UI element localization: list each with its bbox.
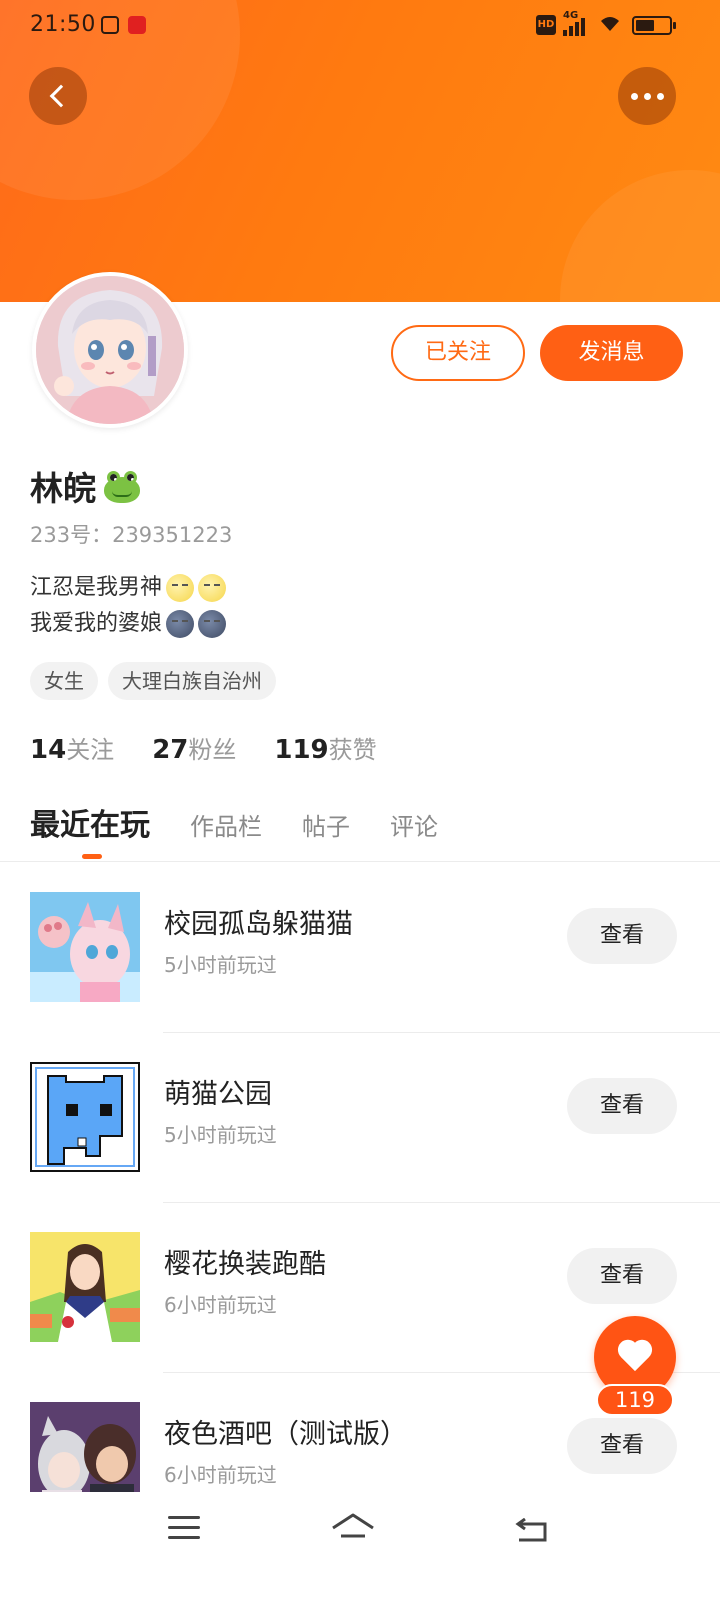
bio-line: 江忍是我男神 — [30, 575, 163, 600]
profile-bio: 江忍是我男神 我爱我的婆娘 — [30, 570, 227, 642]
game-thumbnail[interactable] — [30, 1232, 140, 1342]
menu-icon[interactable] — [168, 1516, 200, 1540]
stat-label: 获赞 — [328, 736, 377, 764]
stat-number: 27 — [152, 735, 189, 765]
system-nav-bar — [0, 1492, 720, 1600]
profile-stats: 14关注 27粉丝 119获赞 — [30, 730, 377, 765]
app-notification-icon — [128, 16, 146, 34]
bio-line: 我爱我的婆娘 — [30, 611, 163, 636]
view-button[interactable]: 查看 — [567, 1418, 677, 1474]
stat-number: 119 — [274, 735, 329, 765]
like-count-badge: 119 — [596, 1384, 674, 1416]
network-label: 4G — [563, 10, 579, 21]
user-id: 233号：239351223 — [30, 523, 233, 547]
view-button[interactable]: 查看 — [567, 908, 677, 964]
gender-tag: 女生 — [30, 662, 98, 700]
game-title: 夜色酒吧（测试版） — [164, 1419, 407, 1450]
tab-recently-played[interactable]: 最近在玩 — [30, 800, 150, 859]
view-button[interactable]: 查看 — [567, 1078, 677, 1134]
game-thumbnail[interactable] — [30, 892, 140, 1002]
tab-posts[interactable]: 帖子 — [302, 807, 350, 842]
profile-tags: 女生 大理白族自治州 — [30, 662, 276, 700]
following-stat[interactable]: 14关注 — [30, 730, 114, 765]
game-thumbnail[interactable] — [30, 1062, 140, 1172]
divider — [0, 861, 720, 862]
stat-label: 粉丝 — [188, 736, 237, 764]
send-message-button[interactable]: 发消息 — [540, 325, 683, 381]
moon-face-emoji-icon — [198, 574, 227, 602]
signal-icon: 4G — [563, 10, 593, 36]
list-item[interactable]: 萌猫公园 5小时前玩过 查看 — [0, 1042, 720, 1212]
status-time: 21:50 — [30, 12, 96, 37]
list-item[interactable]: 校园孤岛躲猫猫 5小时前玩过 查看 — [0, 872, 720, 1042]
banner-decoration — [560, 170, 720, 302]
likes-stat[interactable]: 119获赞 — [274, 730, 376, 765]
location-tag: 大理白族自治州 — [108, 662, 276, 700]
new-moon-face-emoji-icon — [198, 610, 227, 638]
profile-name-text: 林皖 — [30, 469, 96, 508]
tab-comments[interactable]: 评论 — [390, 807, 438, 842]
stat-number: 14 — [30, 735, 67, 765]
divider — [163, 1202, 720, 1203]
game-played-time: 5小时前玩过 — [164, 1123, 277, 1147]
heart-icon — [617, 1341, 653, 1373]
game-played-time: 5小时前玩过 — [164, 953, 277, 977]
game-title: 樱花换装跑酷 — [164, 1249, 326, 1280]
back-button[interactable] — [29, 67, 87, 125]
notification-icon — [101, 16, 119, 34]
game-title: 校园孤岛躲猫猫 — [164, 909, 353, 940]
game-played-time: 6小时前玩过 — [164, 1293, 277, 1317]
home-icon[interactable] — [331, 1512, 375, 1544]
new-moon-face-emoji-icon — [166, 610, 195, 638]
frog-emoji-icon — [102, 469, 142, 503]
hd-icon: HD — [536, 15, 556, 35]
profile-name: 林皖 — [30, 462, 142, 510]
divider — [163, 1032, 720, 1033]
game-title: 萌猫公园 — [164, 1079, 272, 1110]
back-nav-icon[interactable] — [515, 1517, 549, 1542]
game-played-time: 6小时前玩过 — [164, 1463, 277, 1487]
status-bar: 21:50 HD 4G — [0, 0, 720, 52]
followed-button[interactable]: 已关注 — [391, 325, 525, 381]
stat-label: 关注 — [66, 736, 115, 764]
moon-face-emoji-icon — [166, 574, 195, 602]
chevron-left-icon — [49, 84, 73, 108]
more-dots-icon — [630, 92, 664, 100]
profile-tabs: 最近在玩 作品栏 帖子 评论 — [30, 800, 478, 859]
view-button[interactable]: 查看 — [567, 1248, 677, 1304]
more-button[interactable] — [618, 67, 676, 125]
followers-stat[interactable]: 27粉丝 — [152, 730, 236, 765]
avatar[interactable] — [32, 272, 188, 428]
tab-works[interactable]: 作品栏 — [190, 807, 262, 842]
wifi-icon — [599, 15, 621, 36]
battery-icon — [632, 16, 676, 35]
